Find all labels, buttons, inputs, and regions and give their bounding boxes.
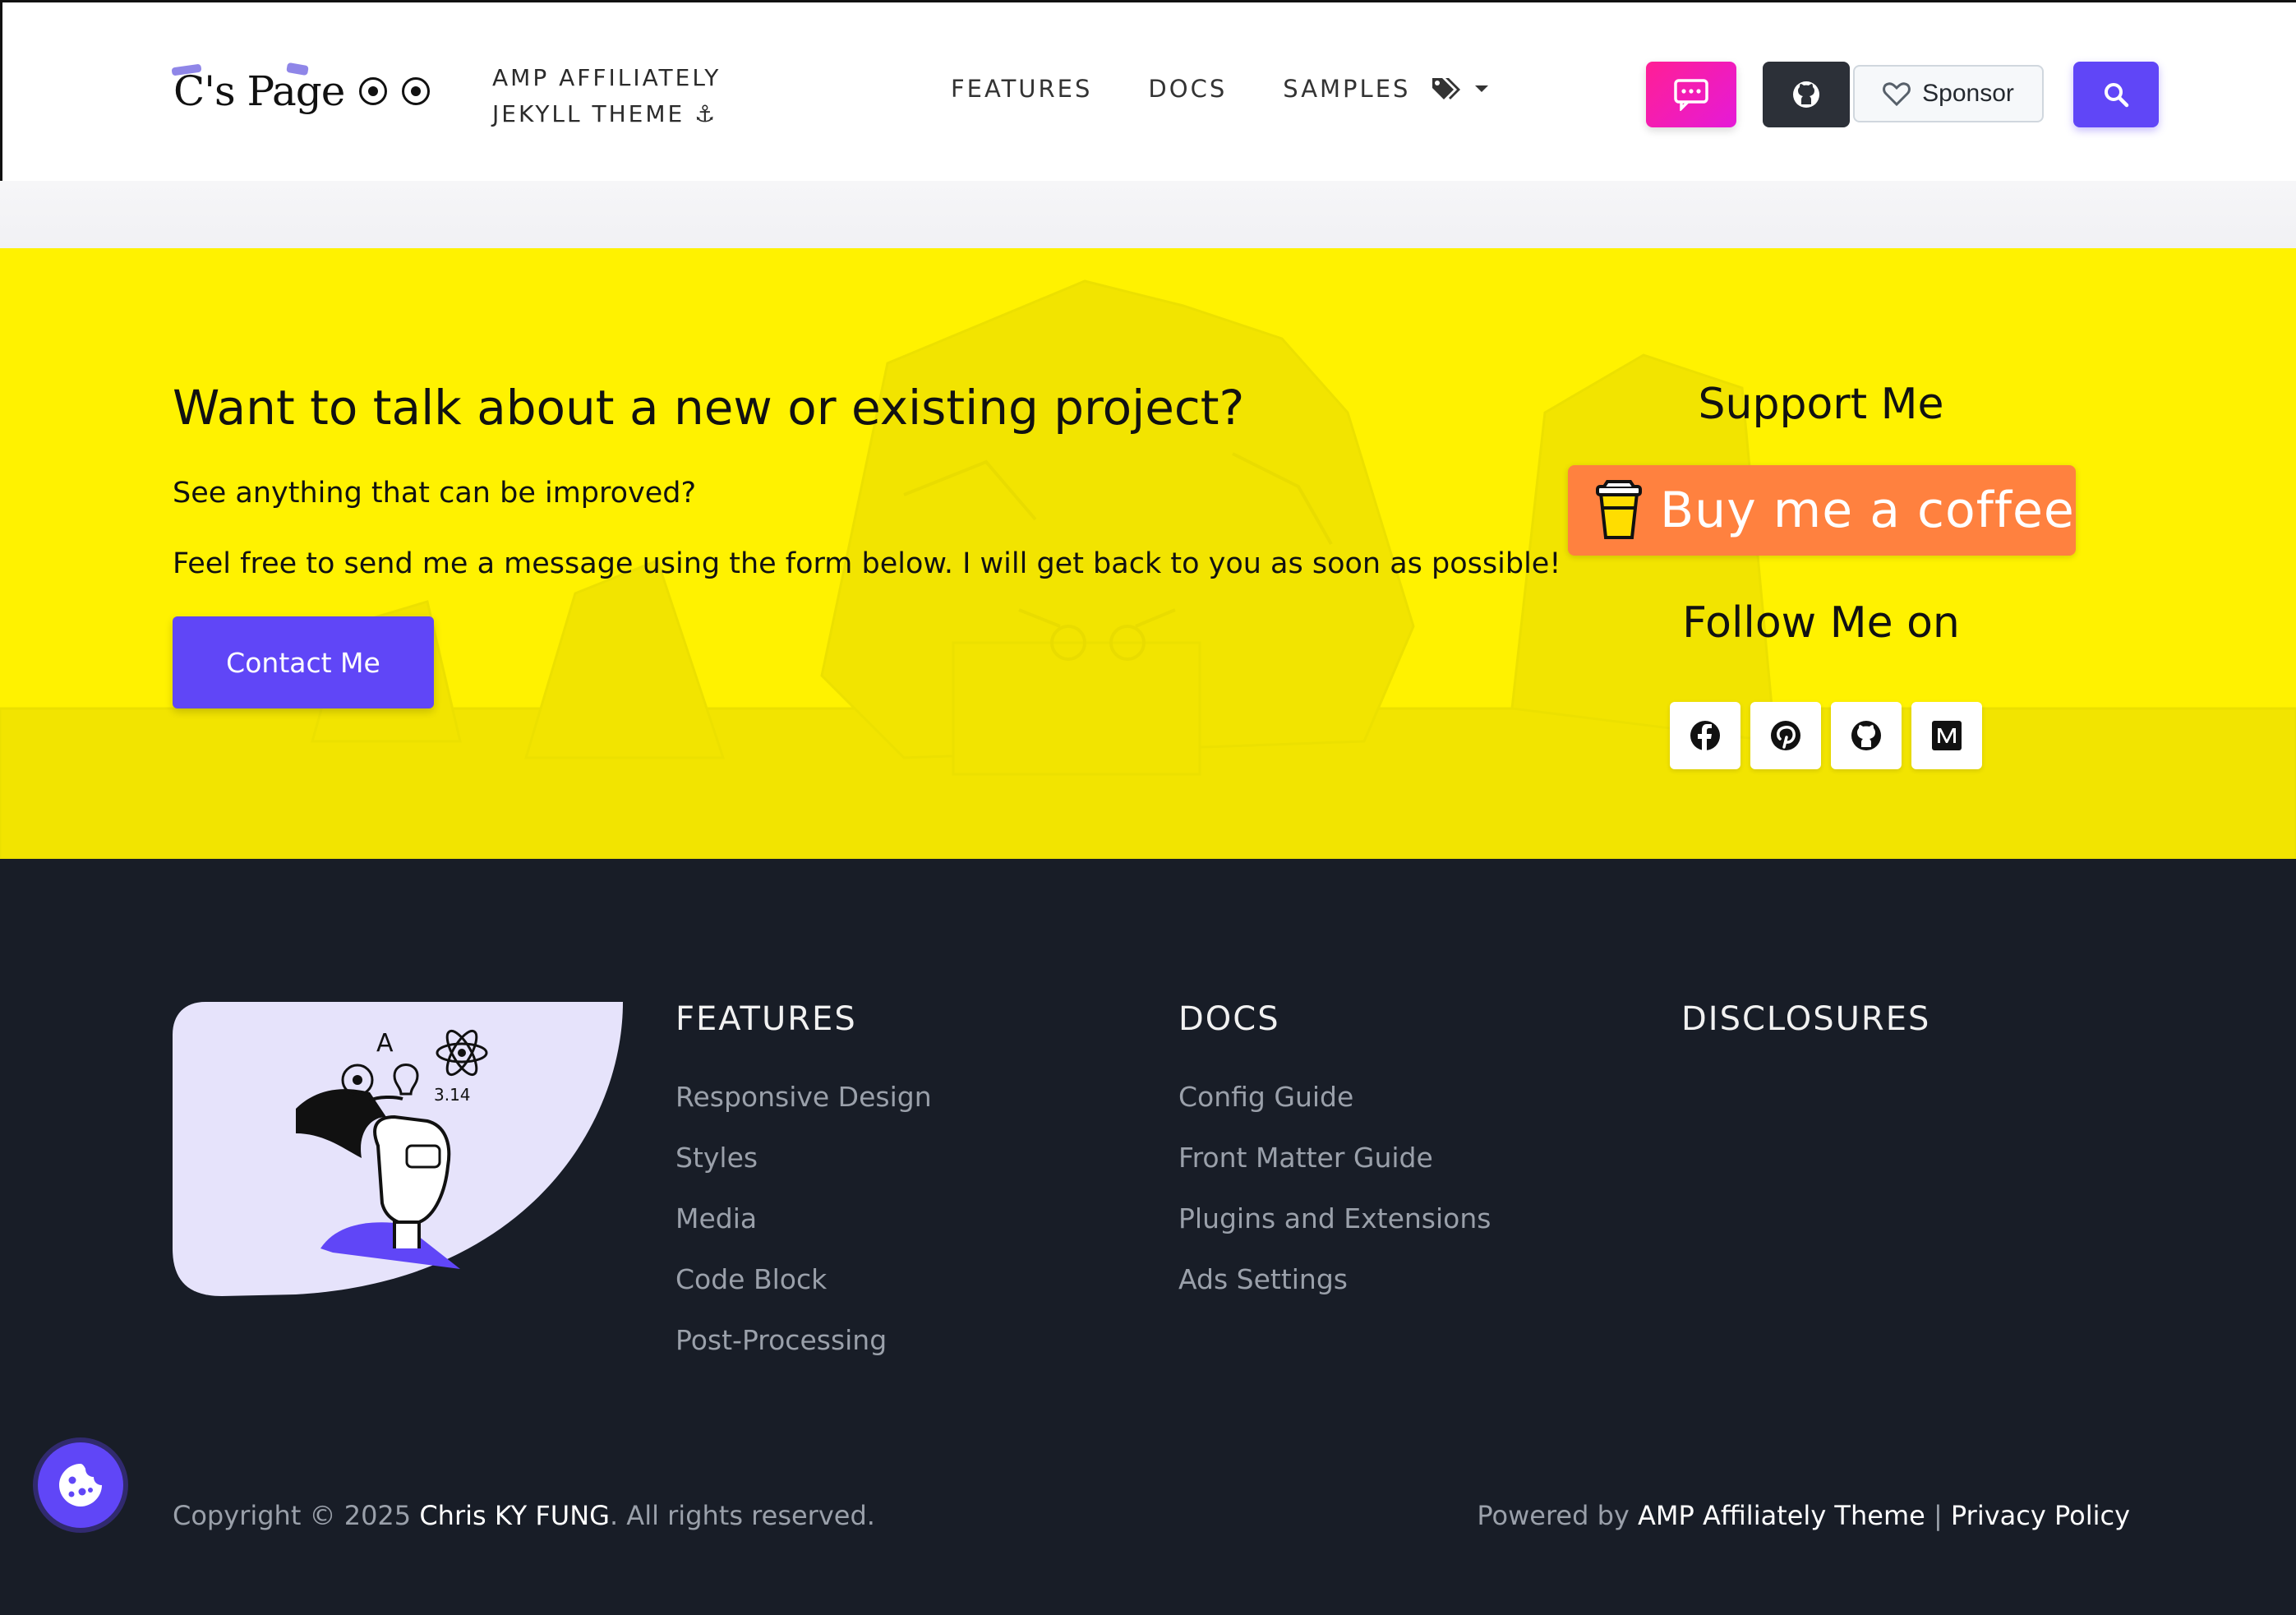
nav-docs[interactable]: DOCS	[1148, 75, 1227, 103]
footer-col-disclosures: DISCLOSURES	[1681, 1000, 1930, 1038]
header-shadow-band	[0, 181, 2296, 248]
site-footer: A 3.14 FEATURES Responsive Design Styles…	[0, 859, 2296, 1615]
logo-eye-right	[402, 77, 431, 105]
footer-heading-features: FEATURES	[675, 1000, 857, 1038]
medium-icon	[1932, 721, 1962, 750]
contact-heading: Want to talk about a new or existing pro…	[173, 380, 1245, 436]
footer-link[interactable]: Plugins and Extensions	[1178, 1202, 1491, 1263]
pinterest-link[interactable]	[1750, 702, 1821, 769]
privacy-policy-link[interactable]: Privacy Policy	[1951, 1500, 2130, 1531]
powered-separator: |	[1925, 1500, 1951, 1531]
github-button[interactable]	[1763, 62, 1850, 127]
chevron-down-icon	[1475, 85, 1488, 92]
contact-text-1: See anything that can be improved?	[173, 477, 697, 510]
footer-link[interactable]: Media	[675, 1202, 932, 1263]
footer-link[interactable]: Ads Settings	[1178, 1263, 1491, 1324]
footer-heading-disclosures: DISCLOSURES	[1681, 1000, 1931, 1038]
site-header: C's Page AMP AFFILIATELY JEKYLL THEME ⚓ …	[0, 0, 2296, 181]
footer-heading-docs: DOCS	[1178, 1000, 1280, 1038]
contact-section: Want to talk about a new or existing pro…	[0, 248, 2296, 859]
support-heading: Support Me	[1698, 380, 1944, 429]
github-link[interactable]	[1831, 702, 1902, 769]
github-icon	[1851, 721, 1881, 750]
thinking-person-illustration: A 3.14	[173, 1002, 623, 1296]
footer-link[interactable]: Styles	[675, 1142, 932, 1202]
footer-link[interactable]: Responsive Design	[675, 1081, 932, 1142]
facebook-link[interactable]	[1670, 702, 1740, 769]
buy-coffee-label: Buy me a coffee	[1660, 482, 2075, 539]
site-tagline[interactable]: AMP AFFILIATELY JEKYLL THEME ⚓	[492, 60, 763, 132]
copyright-text: Copyright © 2025 Chris KY FUNG. All righ…	[173, 1500, 875, 1531]
svg-text:A: A	[376, 1029, 394, 1058]
copyright-prefix: Copyright © 2025	[173, 1500, 420, 1531]
footer-link[interactable]: Front Matter Guide	[1178, 1142, 1491, 1202]
search-button[interactable]	[2073, 62, 2159, 127]
social-links	[1670, 702, 1982, 769]
github-icon	[1793, 81, 1819, 108]
tags-icon	[1432, 78, 1460, 99]
theme-link[interactable]: AMP Affiliately Theme	[1638, 1500, 1925, 1531]
logo-text: C's Page	[173, 67, 345, 115]
powered-prefix: Powered by	[1477, 1500, 1638, 1531]
nav-samples[interactable]: SAMPLES	[1283, 75, 1410, 103]
nav-features[interactable]: FEATURES	[951, 75, 1092, 103]
logo-eye-left	[359, 77, 388, 105]
copyright-suffix: . All rights reserved.	[609, 1500, 875, 1531]
sponsor-button[interactable]: Sponsor	[1853, 65, 2044, 122]
medium-link[interactable]	[1911, 702, 1982, 769]
follow-heading: Follow Me on	[1682, 598, 1960, 648]
cookie-icon	[59, 1464, 102, 1507]
site-logo[interactable]: C's Page	[173, 62, 431, 121]
sponsor-label: Sponsor	[1922, 80, 2014, 107]
contact-text-2: Feel free to send me a message using the…	[173, 547, 1561, 580]
tagline-line-1: AMP AFFILIATELY	[492, 64, 722, 91]
pinterest-icon	[1771, 721, 1800, 750]
search-icon	[2105, 83, 2129, 108]
footer-link[interactable]: Config Guide	[1178, 1081, 1491, 1142]
author-link[interactable]: Chris KY FUNG	[419, 1500, 610, 1531]
tagline-line-2: JEKYLL THEME ⚓	[492, 100, 718, 127]
powered-by-text: Powered by AMP Affiliately Theme | Priva…	[1477, 1500, 2130, 1531]
cookie-settings-button[interactable]	[38, 1442, 123, 1528]
footer-link[interactable]: Code Block	[675, 1263, 932, 1324]
contact-me-button[interactable]: Contact Me	[173, 616, 434, 708]
heart-icon	[1883, 82, 1911, 106]
chat-button[interactable]	[1646, 62, 1736, 127]
buy-coffee-button[interactable]: Buy me a coffee	[1568, 465, 2076, 556]
footer-link[interactable]: Post-Processing	[675, 1324, 932, 1385]
coffee-cup-icon	[1596, 480, 1642, 539]
svg-text:3.14: 3.14	[434, 1085, 471, 1105]
chat-icon	[1674, 79, 1708, 111]
tags-dropdown[interactable]	[1431, 75, 1488, 103]
footer-col-features: FEATURES Responsive Design Styles Media …	[675, 1000, 932, 1385]
footer-col-docs: DOCS Config Guide Front Matter Guide Plu…	[1178, 1000, 1491, 1324]
main-nav: FEATURES DOCS SAMPLES	[951, 75, 1410, 103]
facebook-icon	[1690, 721, 1720, 750]
